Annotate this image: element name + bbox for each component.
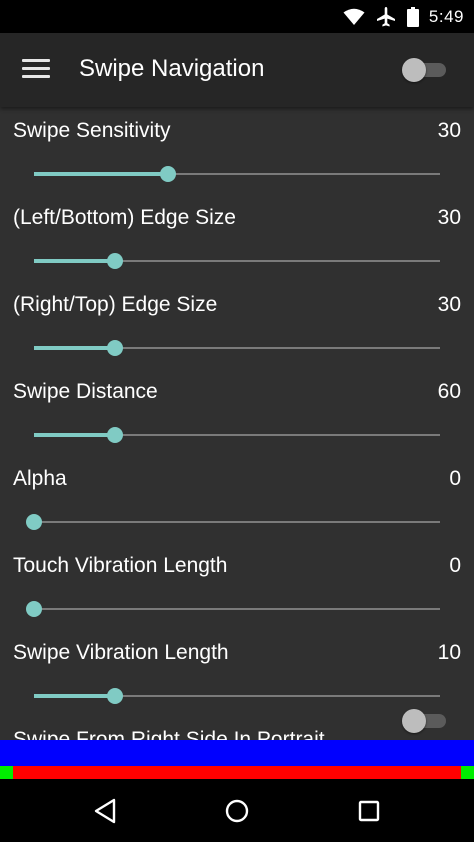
slider-rail (34, 521, 440, 523)
setting-label: Alpha (13, 467, 67, 490)
setting-value: 60 (437, 380, 461, 403)
slider-thumb[interactable] (107, 340, 123, 356)
battery-icon (406, 6, 419, 27)
back-icon[interactable] (88, 794, 122, 828)
settings-list: Swipe Sensitivity 30 (Left/Bottom) Edge … (0, 107, 474, 740)
setting-value: 30 (437, 293, 461, 316)
master-switch[interactable] (402, 57, 446, 82)
right-top-edge-size-slider[interactable] (34, 339, 440, 357)
slider-thumb[interactable] (107, 427, 123, 443)
overlay-green-left-marker (0, 766, 13, 779)
alpha-slider[interactable] (26, 513, 440, 531)
setting-swipe-distance: Swipe Distance 60 (0, 368, 474, 455)
switch-thumb (402, 58, 426, 82)
slider-fill (34, 259, 115, 263)
slider-thumb[interactable] (107, 253, 123, 269)
slider-fill (34, 172, 168, 176)
setting-label: Touch Vibration Length (13, 554, 228, 577)
status-time: 5:49 (428, 6, 464, 26)
touch-vibration-length-slider[interactable] (26, 600, 440, 618)
setting-alpha: Alpha 0 (0, 455, 474, 542)
setting-label: Swipe From Right Side In Portrait (13, 728, 325, 740)
setting-label: Swipe Distance (13, 380, 158, 403)
swipe-sensitivity-slider[interactable] (34, 165, 440, 183)
overlay-red-bar (0, 766, 474, 779)
status-icons: 5:49 (343, 0, 464, 33)
slider-thumb[interactable] (26, 514, 42, 530)
setting-touch-vibration-length: Touch Vibration Length 0 (0, 542, 474, 629)
swipe-vibration-length-slider[interactable] (34, 687, 440, 705)
setting-label: Swipe Sensitivity (13, 119, 171, 142)
overlay-blue-bar (0, 740, 474, 766)
setting-left-bottom-edge-size: (Left/Bottom) Edge Size 30 (0, 194, 474, 281)
status-bar: 5:49 (0, 0, 474, 33)
setting-swipe-vibration-length: Swipe Vibration Length 10 (0, 629, 474, 716)
wifi-icon (343, 8, 365, 25)
setting-value: 30 (437, 119, 461, 142)
navigation-bar (0, 779, 474, 842)
overlay-green-right-marker (461, 766, 474, 779)
slider-thumb[interactable] (26, 601, 42, 617)
setting-label: (Left/Bottom) Edge Size (13, 206, 236, 229)
airplane-icon (376, 6, 395, 26)
slider-thumb[interactable] (160, 166, 176, 182)
setting-label: (Right/Top) Edge Size (13, 293, 218, 316)
setting-label: Swipe Vibration Length (13, 641, 229, 664)
home-icon[interactable] (220, 794, 254, 828)
hamburger-menu-icon[interactable] (22, 59, 50, 81)
setting-value: 0 (449, 554, 461, 577)
page-title: Swipe Navigation (79, 55, 265, 82)
slider-fill (34, 694, 115, 698)
left-bottom-edge-size-slider[interactable] (34, 252, 440, 270)
setting-value: 0 (449, 467, 461, 490)
toolbar: Swipe Navigation (0, 33, 474, 107)
setting-swipe-sensitivity: Swipe Sensitivity 30 (0, 107, 474, 194)
slider-fill (34, 346, 115, 350)
slider-rail (34, 608, 440, 610)
recents-icon[interactable] (352, 794, 386, 828)
swipe-distance-slider[interactable] (34, 426, 440, 444)
switch-thumb (402, 709, 426, 733)
setting-swipe-from-right-side-in-portrait[interactable]: Swipe From Right Side In Portrait (0, 709, 474, 740)
slider-fill (34, 433, 115, 437)
setting-right-top-edge-size: (Right/Top) Edge Size 30 (0, 281, 474, 368)
setting-value: 30 (437, 206, 461, 229)
portrait-right-side-switch[interactable] (402, 708, 446, 733)
setting-value: 10 (437, 641, 461, 664)
slider-thumb[interactable] (107, 688, 123, 704)
